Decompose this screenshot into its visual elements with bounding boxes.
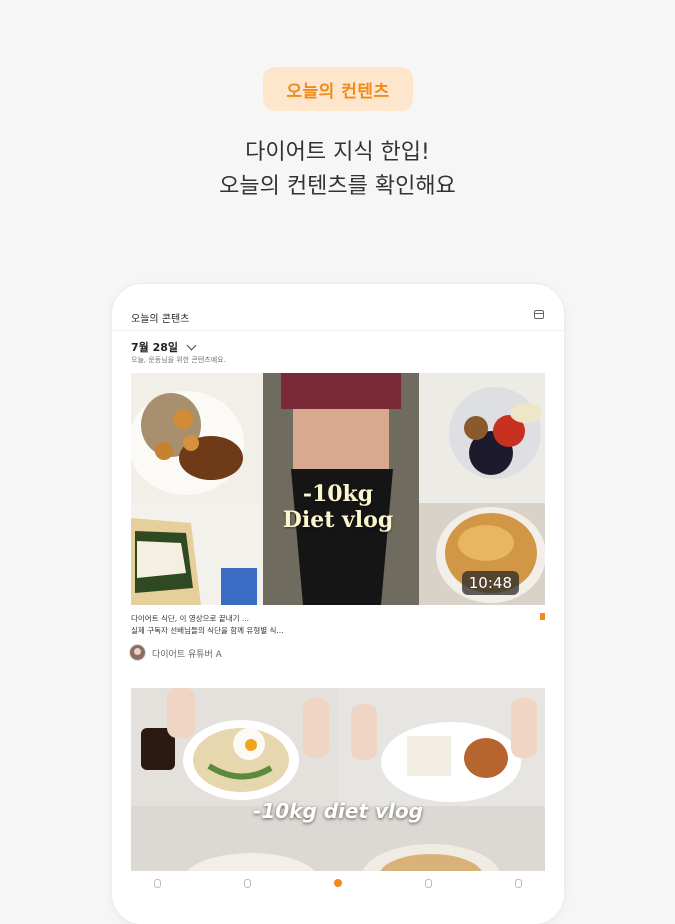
tab-report-icon[interactable] xyxy=(425,879,433,888)
chevron-down-icon xyxy=(186,340,197,351)
promo-headline-line1: 다이어트 지식 한입! xyxy=(245,140,430,165)
calendar-icon[interactable] xyxy=(534,310,544,319)
app-header: 오늘의 콘텐츠 xyxy=(112,284,564,328)
tab-contents-icon[interactable] xyxy=(333,879,342,887)
header-divider xyxy=(112,330,564,331)
device-frame: 오늘의 콘텐츠 7월 28일 오늘, 운동님을 위한 콘텐츠예요. -10kg … xyxy=(112,284,564,924)
bottom-tab-bar xyxy=(112,871,564,901)
thumbnail-title-2: -10kg diet vlog xyxy=(253,799,423,823)
bookmark-icon[interactable] xyxy=(540,613,545,620)
tab-record-icon[interactable] xyxy=(243,879,251,888)
tab-home-icon[interactable] xyxy=(153,879,161,888)
date-selector[interactable]: 7월 28일 xyxy=(131,339,197,355)
promo-headline-line2: 오늘의 컨텐츠를 확인해요 xyxy=(219,174,456,199)
video-title[interactable]: 다이어트 식단, 이 영상으로 끝내기 ... xyxy=(131,613,249,624)
app-header-title: 오늘의 콘텐츠 xyxy=(131,314,190,325)
thumbnail-meal-image xyxy=(131,688,545,898)
video-description: 실제 구독자 선배님들의 식단을 함께 유형별 식... xyxy=(131,626,284,635)
date-subtitle: 오늘, 운동님을 위한 콘텐츠예요. xyxy=(131,356,226,364)
thumbnail-title-line1: -10kg xyxy=(302,481,374,507)
tab-profile-icon[interactable] xyxy=(515,879,523,888)
video-duration-badge: 10:48 xyxy=(461,571,519,595)
date-label: 7월 28일 xyxy=(131,341,179,354)
video-thumbnail[interactable]: -10kg Diet vlog 10:48 xyxy=(131,373,545,605)
channel-avatar[interactable] xyxy=(129,644,146,661)
promo-badge: 오늘의 컨텐츠 xyxy=(263,67,413,111)
thumbnail-title: -10kg Diet vlog xyxy=(270,481,406,533)
video-thumbnail-2[interactable]: -10kg diet vlog xyxy=(131,688,545,898)
thumbnail-title-line2: Diet vlog xyxy=(282,507,394,533)
channel-name[interactable]: 다이어트 유튜버 A xyxy=(152,647,222,660)
